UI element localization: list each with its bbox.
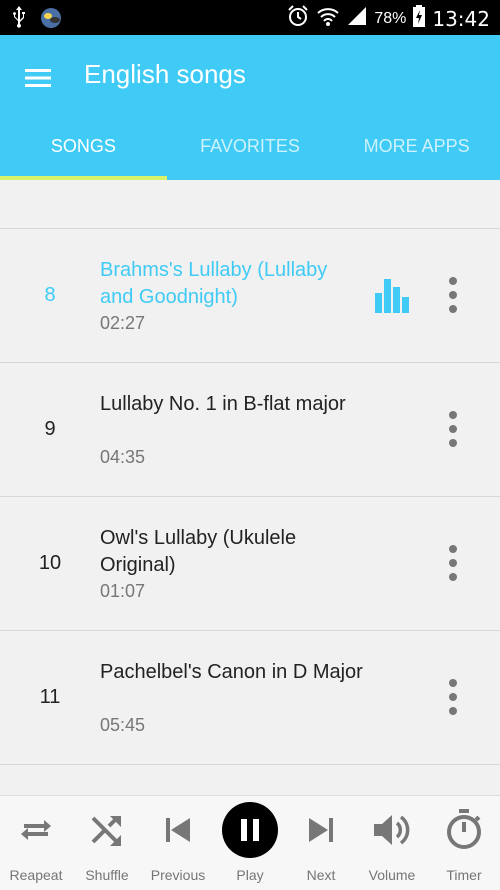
song-number: 11 [39,686,61,708]
song-number: 10 [38,552,62,574]
tab-favorites[interactable]: FAVORITES [167,125,334,180]
battery-charging-icon [412,4,426,33]
timer-icon [447,809,481,849]
signal-icon [346,5,368,32]
tab-songs[interactable]: SONGS [0,125,167,180]
previous-label: Previous [150,867,206,883]
song-row[interactable]: 9 Lullaby No. 1 in B-flat major 04:35 [0,362,500,495]
more-options-icon[interactable] [441,275,465,315]
more-options-icon[interactable] [441,677,465,717]
previous-button[interactable]: Previous [143,796,213,890]
next-button[interactable]: Next [286,796,356,890]
repeat-icon [21,820,51,840]
page-title: English songs [84,59,246,89]
song-number: 8 [44,284,56,306]
song-title: Brahms's Lullaby (Lullaby and Goodnight) [100,259,328,308]
song-list[interactable]: 8 Brahms's Lullaby (Lullaby and Goodnigh… [0,180,500,795]
clock: 13:42 [432,6,490,31]
song-title: Lullaby No. 1 in B-flat major [100,393,346,415]
next-label: Next [306,867,336,883]
timer-button[interactable]: Timer [429,796,499,890]
song-row[interactable]: 11 Pachelbel's Canon in D Major 05:45 [0,630,500,763]
timer-label: Timer [446,867,482,883]
repeat-label: Reapeat [9,867,63,883]
song-row[interactable]: 10 Owl's Lullaby (Ukulele Original) 01:0… [0,496,500,629]
playback-controls: Reapeat Shuffle Previous Play Next Volum… [0,795,500,890]
more-options-icon[interactable] [441,409,465,449]
battery-percent: 78% [374,9,407,27]
play-label: Play [236,867,264,883]
volume-button[interactable]: Volume [357,796,427,890]
song-duration: 04:35 [100,447,146,467]
shuffle-icon [91,816,121,846]
song-duration: 01:07 [100,581,146,601]
song-title: Pachelbel's Canon in D Major [100,661,363,683]
app-bar: English songs SONGS FAVORITES MORE APPS [0,35,500,180]
shuffle-label: Shuffle [85,867,129,883]
repeat-button[interactable]: Reapeat [1,796,71,890]
skip-previous-icon [166,818,190,842]
volume-label: Volume [368,867,416,883]
app-notification-icon [38,5,64,34]
song-row[interactable]: 8 Brahms's Lullaby (Lullaby and Goodnigh… [0,228,500,361]
shuffle-button[interactable]: Shuffle [72,796,142,890]
skip-next-icon [309,818,333,842]
tab-more-apps[interactable]: MORE APPS [333,125,500,180]
tab-bar: SONGS FAVORITES MORE APPS [0,125,500,180]
hamburger-menu-icon[interactable] [23,63,53,93]
play-pause-button[interactable]: Play [215,796,285,890]
song-title: Owl's Lullaby (Ukulele Original) [100,527,297,576]
song-row[interactable] [0,764,500,795]
song-duration: 02:27 [100,313,146,333]
song-number: 9 [44,418,56,440]
alarm-icon [286,4,310,33]
usb-icon [10,5,28,34]
more-options-icon[interactable] [441,543,465,583]
now-playing-equalizer-icon [374,277,410,313]
wifi-icon [316,4,340,33]
status-bar: 78% 13:42 [0,0,500,35]
pause-icon [222,802,278,858]
song-duration: 05:45 [100,715,146,735]
volume-icon [374,815,410,845]
